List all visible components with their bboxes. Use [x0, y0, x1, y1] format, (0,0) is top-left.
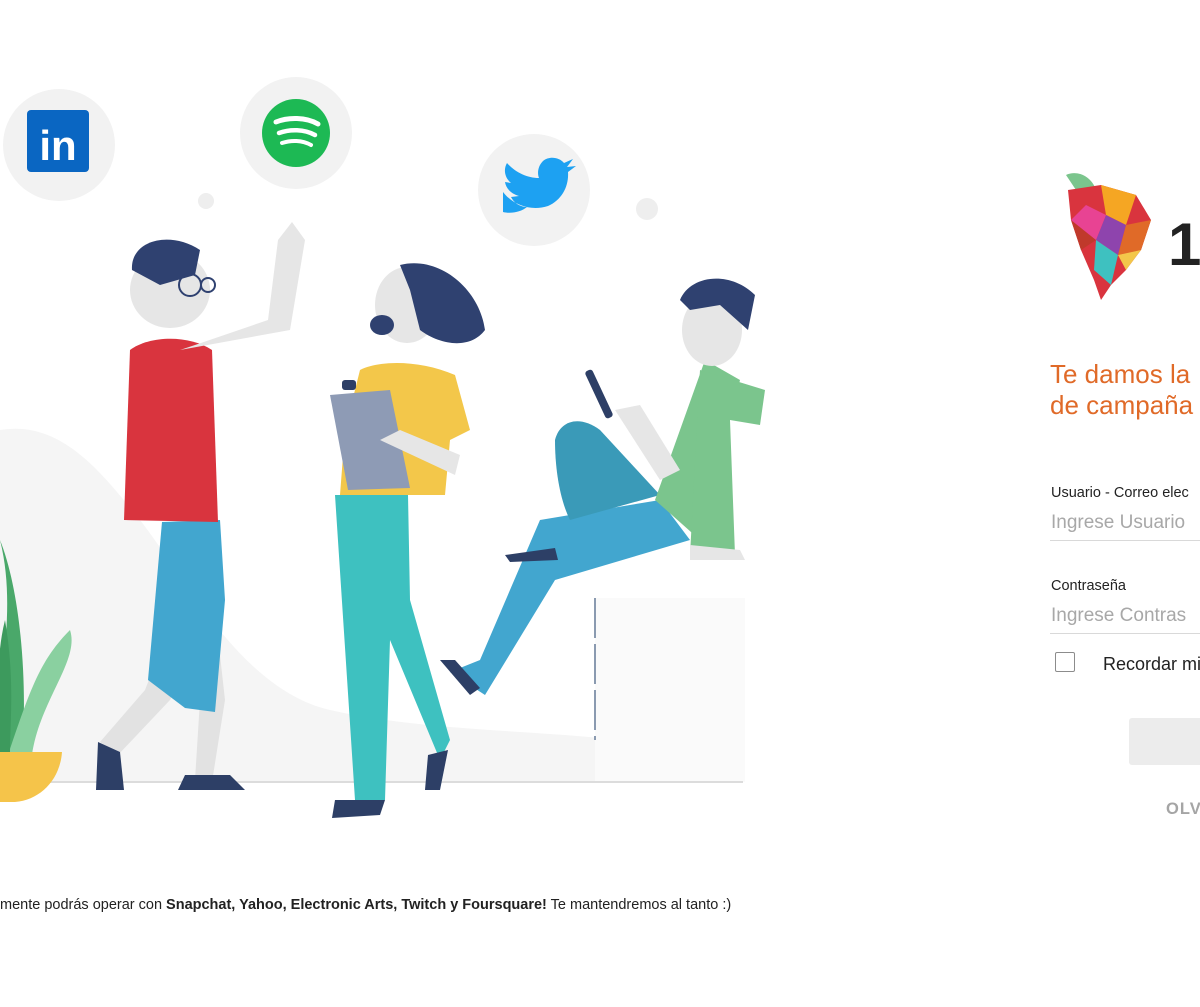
forgot-password-link[interactable]: OLV — [1166, 800, 1200, 819]
tagline: Te damos la de campaña — [1050, 359, 1193, 421]
hero-illustration: in — [0, 77, 765, 818]
username-label: Usuario - Correo elec — [1051, 485, 1189, 501]
linkedin-icon: in — [3, 89, 115, 201]
note-platforms: Snapchat, Yahoo, Electronic Arts, Twitch… — [166, 897, 547, 913]
twitter-icon — [478, 134, 590, 246]
login-panel: 1 Te damos la de campaña Usuario - Corre… — [1050, 0, 1200, 1007]
login-button[interactable] — [1129, 718, 1200, 765]
note-suffix: Te mantendremos al tanto :) — [546, 897, 732, 913]
supported-platforms-note: mente podrás operar con Snapchat, Yahoo,… — [0, 897, 731, 913]
username-input[interactable] — [1050, 506, 1200, 541]
password-input[interactable] — [1050, 599, 1200, 634]
remember-checkbox[interactable] — [1055, 652, 1075, 672]
spotify-icon — [240, 77, 352, 189]
tagline-line-1: Te damos la — [1050, 359, 1191, 389]
brand-logo: 1 — [1066, 173, 1200, 300]
remember-label[interactable]: Recordar mi — [1103, 654, 1200, 675]
login-page: in mente podrás operar con Snapchat, Yah… — [0, 0, 1200, 1007]
brand-text: 1 — [1168, 211, 1200, 278]
password-label: Contraseña — [1051, 578, 1126, 594]
note-prefix: mente podrás operar con — [0, 897, 167, 913]
svg-text:in: in — [39, 122, 76, 169]
tagline-line-2: de campaña — [1050, 390, 1194, 420]
